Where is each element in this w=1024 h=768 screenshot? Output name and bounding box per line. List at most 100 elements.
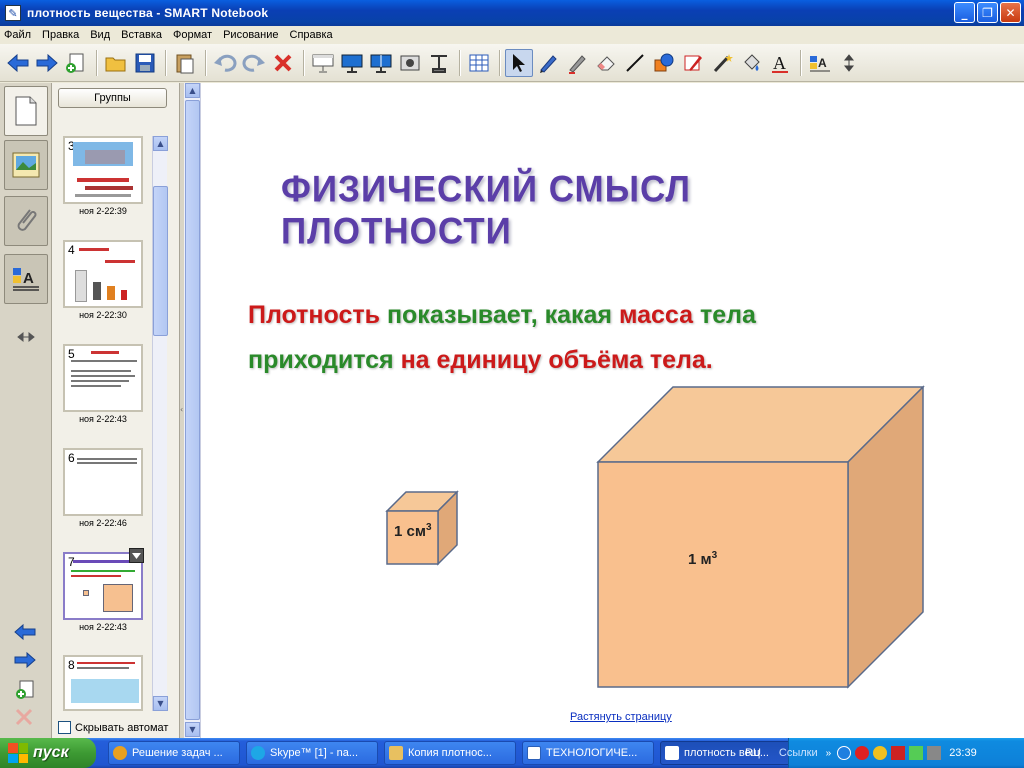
text-segment: показывает, какая <box>386 301 612 329</box>
menu-help[interactable]: Справка <box>290 29 333 41</box>
paste-icon[interactable] <box>171 49 199 77</box>
screen-capture-icon[interactable] <box>396 49 424 77</box>
taskbar-item-chrome[interactable]: Решение задач ... <box>108 741 240 765</box>
menu-insert[interactable]: Вставка <box>121 29 162 41</box>
clock: 23:39 <box>949 747 977 759</box>
menu-draw[interactable]: Рисование <box>223 29 278 41</box>
properties-tab[interactable]: A <box>4 254 48 304</box>
add-page-icon[interactable] <box>13 679 37 704</box>
expand-chevron-icon[interactable]: » <box>826 748 832 759</box>
page-thumbnail-8[interactable]: 8 <box>63 655 143 711</box>
taskbar: пуск Решение задач ... Skype™ [1] - na..… <box>0 738 1024 768</box>
taskbar-item-skype[interactable]: Skype™ [1] - na... <box>246 741 378 765</box>
shapes-icon[interactable] <box>650 49 678 77</box>
menu-bar: Файл Правка Вид Вставка Формат Рисование… <box>0 26 1024 44</box>
menu-file[interactable]: Файл <box>4 29 31 41</box>
stretch-page-link[interactable]: Растянуть страницу <box>570 711 672 723</box>
magic-pen-icon[interactable] <box>679 49 707 77</box>
save-icon[interactable] <box>131 49 159 77</box>
word-document-icon <box>527 746 541 760</box>
page-thumbnail-5[interactable]: 5 ноя 2-22:43 <box>63 344 143 424</box>
properties-icon: A <box>13 268 39 291</box>
taskbar-item-word[interactable]: ТЕХНОЛОГИЧЕ... <box>522 741 654 765</box>
network-icon[interactable] <box>909 746 924 760</box>
document-camera-icon[interactable] <box>425 49 453 77</box>
back-arrow-icon[interactable] <box>4 49 32 77</box>
scroll-thumb[interactable] <box>185 100 200 720</box>
text-segment: тела <box>700 301 756 329</box>
big-cube[interactable] <box>596 385 926 691</box>
svg-text:A: A <box>818 56 827 70</box>
main-toolbar: A A <box>0 44 1024 82</box>
chevron-down-icon <box>132 552 141 559</box>
restore-button[interactable]: ❐ <box>977 2 998 23</box>
scroll-up-arrow-icon[interactable]: ▲ <box>153 136 168 151</box>
table-icon[interactable] <box>465 49 493 77</box>
minimize-button[interactable]: _ <box>954 2 975 23</box>
sorter-scrollbar[interactable]: ▲ ▼ <box>152 136 168 711</box>
kaspersky-icon[interactable] <box>891 746 906 760</box>
gallery-tab[interactable] <box>4 140 48 190</box>
open-folder-icon[interactable] <box>102 49 130 77</box>
big-cube-label: 1 м3 <box>688 550 718 568</box>
page-thumbnail-6[interactable]: 6 ноя 2-22:46 <box>63 448 143 528</box>
properties-icon[interactable]: A <box>806 49 834 77</box>
text-icon[interactable]: A <box>766 49 794 77</box>
resize-arrows-icon[interactable] <box>16 331 36 346</box>
close-button[interactable]: ✕ <box>1000 2 1021 23</box>
wand-icon[interactable] <box>708 49 736 77</box>
undo-icon[interactable] <box>211 49 239 77</box>
autohide-option[interactable]: Скрывать автомат <box>58 721 168 734</box>
page-sorter-tab[interactable] <box>4 86 48 136</box>
task-label: ТЕХНОЛОГИЧЕ... <box>546 747 638 759</box>
start-button[interactable]: пуск <box>0 738 96 768</box>
eraser-icon[interactable] <box>592 49 620 77</box>
screen-shade-icon[interactable] <box>309 49 337 77</box>
autohide-checkbox[interactable] <box>58 721 71 734</box>
delete-page-icon[interactable] <box>13 707 35 730</box>
forward-arrow-icon[interactable] <box>33 49 61 77</box>
line-icon[interactable] <box>621 49 649 77</box>
scroll-down-arrow-icon[interactable]: ▼ <box>185 722 200 737</box>
thumbnail-number: 5 <box>68 347 75 361</box>
menu-edit[interactable]: Правка <box>42 29 79 41</box>
taskbar-item-folder[interactable]: Копия плотнос... <box>384 741 516 765</box>
word-density: Плотность <box>248 301 380 329</box>
delete-icon[interactable] <box>269 49 297 77</box>
thumbnail-menu-button[interactable] <box>129 548 144 563</box>
page-thumbnail-3[interactable]: 3 ноя 2-22:39 <box>63 136 143 216</box>
page-thumbnail-7[interactable]: 7 ноя 2-22:43 <box>63 552 143 632</box>
dual-page-icon[interactable] <box>367 49 395 77</box>
menu-view[interactable]: Вид <box>90 29 110 41</box>
opera-icon[interactable] <box>855 746 870 760</box>
page-thumbnail-4[interactable]: 4 ноя 2-22:30 <box>63 240 143 320</box>
next-page-icon[interactable] <box>13 651 37 672</box>
full-screen-icon[interactable] <box>338 49 366 77</box>
scroll-down-arrow-icon[interactable]: ▼ <box>153 696 168 711</box>
links-toolbar[interactable]: Ссылки <box>779 747 818 759</box>
fill-icon[interactable] <box>737 49 765 77</box>
volume-icon[interactable] <box>927 746 942 760</box>
taskbar-item-notebook[interactable]: плотность вещ... <box>660 741 792 765</box>
menu-format[interactable]: Формат <box>173 29 212 41</box>
scroll-up-arrow-icon[interactable]: ▲ <box>185 83 200 98</box>
back-tray-icon[interactable] <box>837 746 852 760</box>
creative-pen-icon[interactable] <box>563 49 591 77</box>
redo-icon[interactable] <box>240 49 268 77</box>
small-cube-label: 1 см3 <box>394 522 432 540</box>
canvas-scrollbar[interactable]: ▲ ▼ <box>184 83 201 738</box>
add-page-icon[interactable] <box>62 49 90 77</box>
pen-icon[interactable] <box>534 49 562 77</box>
previous-page-icon[interactable] <box>13 623 37 644</box>
title-bar: ✎ плотность вещества - SMART Notebook _ … <box>0 0 1024 26</box>
warning-icon[interactable] <box>873 746 888 760</box>
move-toolbar-icon[interactable] <box>835 49 863 77</box>
select-pointer-icon[interactable] <box>505 48 533 77</box>
scroll-thumb[interactable] <box>153 186 168 336</box>
definition-text[interactable]: Плотность показывает, какая масса тела п… <box>248 293 756 383</box>
groups-button[interactable]: Группы <box>58 88 167 108</box>
language-indicator[interactable]: RU <box>745 747 761 759</box>
svg-text:A: A <box>773 53 786 73</box>
slide-title[interactable]: ФИЗИЧЕСКИЙ СМЫСЛ ПЛОТНОСТИ <box>281 169 921 252</box>
attachments-tab[interactable] <box>4 196 48 246</box>
